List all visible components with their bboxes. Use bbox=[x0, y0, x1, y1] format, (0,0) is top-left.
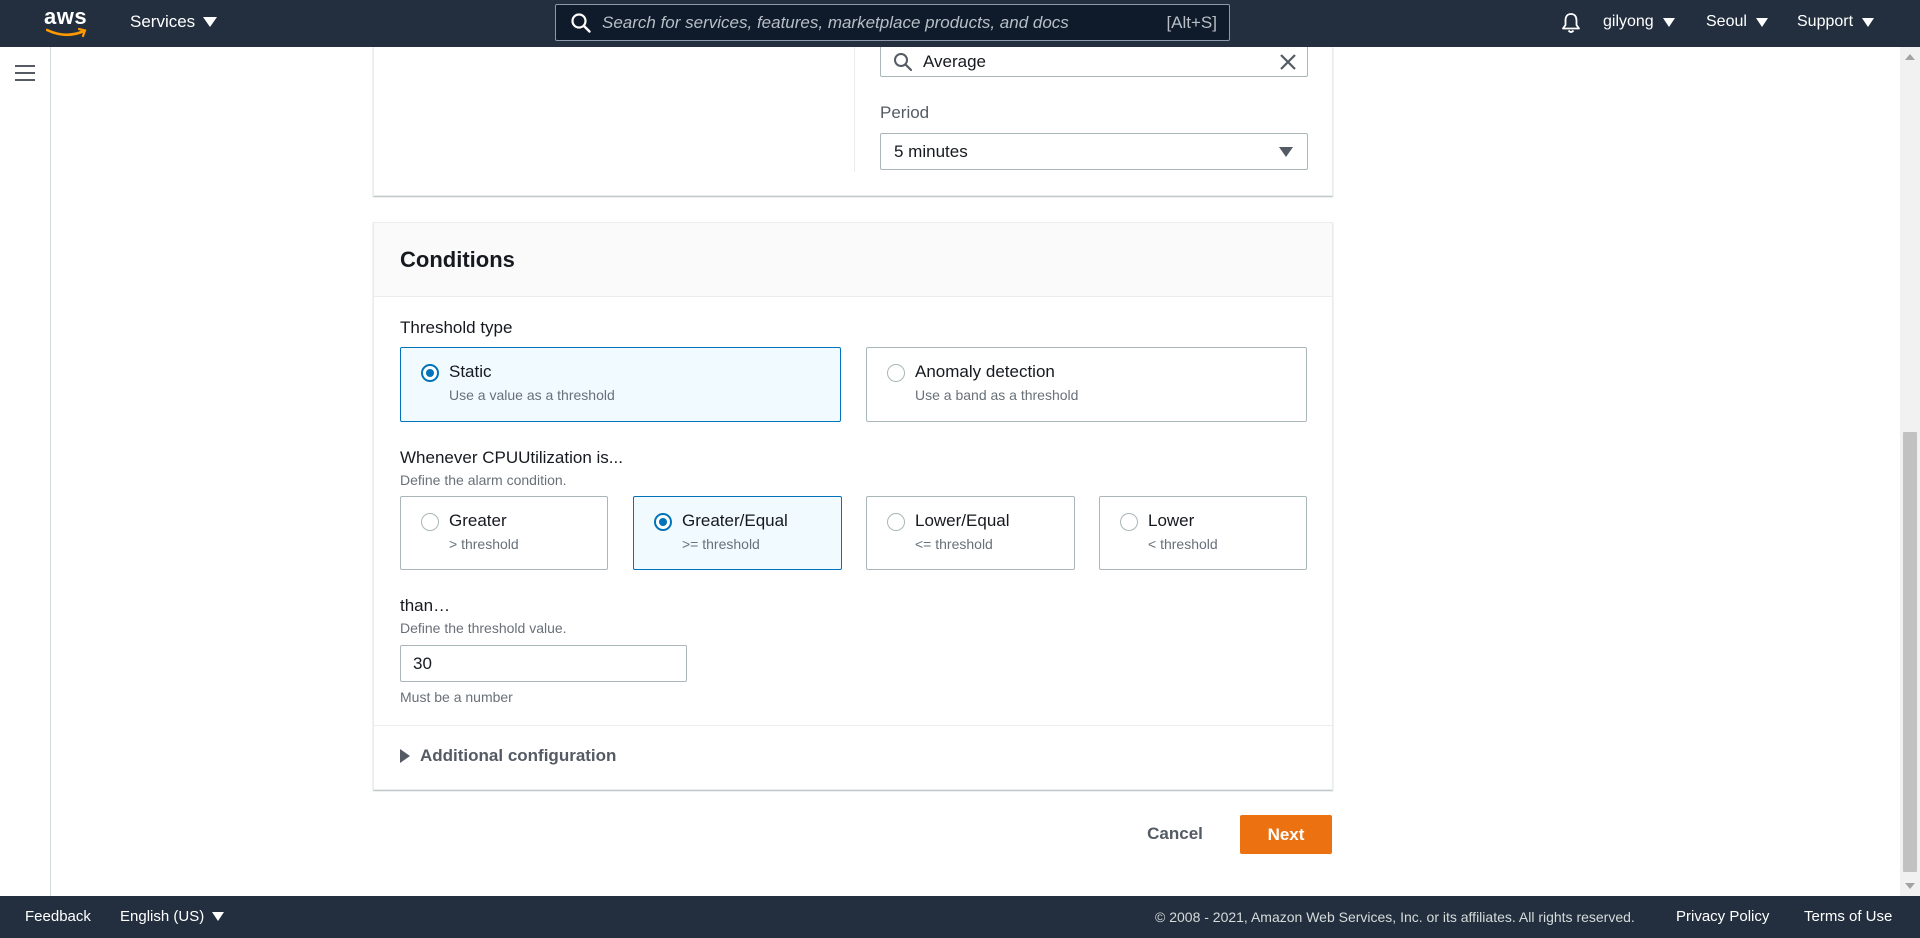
statistic-value: Average bbox=[923, 51, 987, 71]
option-title: Greater bbox=[449, 511, 507, 530]
support-menu-button[interactable]: Support bbox=[1797, 13, 1875, 31]
top-navigation: aws Services Search for services, featur… bbox=[0, 0, 1920, 47]
radio-unselected-icon bbox=[421, 513, 439, 531]
global-search-input[interactable]: Search for services, features, marketpla… bbox=[555, 4, 1230, 41]
aws-logo[interactable]: aws bbox=[44, 6, 90, 40]
services-label: Services bbox=[130, 12, 196, 31]
radio-selected-icon bbox=[654, 513, 672, 531]
caret-down-icon bbox=[1755, 17, 1768, 27]
radio-unselected-icon bbox=[887, 364, 905, 382]
copyright-text: © 2008 - 2021, Amazon Web Services, Inc.… bbox=[1155, 909, 1635, 925]
operator-lower-option[interactable]: Lower < threshold bbox=[1099, 496, 1307, 570]
account-label: gilyong bbox=[1603, 13, 1654, 30]
than-label: than… bbox=[400, 596, 451, 615]
operator-greater-option[interactable]: Greater > threshold bbox=[400, 496, 608, 570]
account-menu-button[interactable]: gilyong bbox=[1603, 13, 1675, 31]
scrollbar-thumb[interactable] bbox=[1903, 432, 1917, 872]
language-selector[interactable]: English (US) bbox=[120, 908, 225, 925]
footer: Feedback English (US) © 2008 - 2021, Ama… bbox=[0, 896, 1920, 938]
option-title: Greater/Equal bbox=[682, 511, 788, 530]
conditions-title: Conditions bbox=[400, 247, 515, 272]
caret-down-icon bbox=[1279, 146, 1293, 157]
option-title: Static bbox=[449, 362, 492, 381]
option-description: < threshold bbox=[1148, 536, 1218, 552]
privacy-policy-link[interactable]: Privacy Policy bbox=[1676, 908, 1769, 925]
aws-logo-text: aws bbox=[44, 4, 88, 29]
option-title: Lower bbox=[1148, 511, 1195, 530]
caret-down-icon bbox=[203, 17, 218, 27]
menu-hamburger-icon[interactable] bbox=[15, 65, 35, 81]
side-navigation-rail bbox=[0, 47, 51, 896]
scroll-up-arrow-icon[interactable] bbox=[1905, 54, 1915, 60]
option-description: Use a value as a threshold bbox=[449, 387, 615, 403]
search-icon bbox=[894, 52, 913, 71]
search-icon bbox=[571, 12, 591, 33]
column-divider bbox=[854, 47, 855, 172]
option-description: Use a band as a threshold bbox=[915, 387, 1079, 403]
operator-lower-equal-option[interactable]: Lower/Equal <= threshold bbox=[866, 496, 1075, 570]
terms-of-use-link[interactable]: Terms of Use bbox=[1804, 908, 1892, 925]
region-label: Seoul bbox=[1706, 13, 1747, 30]
region-menu-button[interactable]: Seoul bbox=[1706, 13, 1768, 31]
whenever-label: Whenever CPUUtilization is... bbox=[400, 448, 623, 467]
scroll-down-arrow-icon[interactable] bbox=[1905, 883, 1915, 889]
caret-down-icon bbox=[1662, 17, 1675, 27]
radio-unselected-icon bbox=[887, 513, 905, 531]
search-shortcut-hint: [Alt+S] bbox=[1166, 12, 1217, 32]
next-button[interactable]: Next bbox=[1240, 815, 1332, 854]
statistic-input[interactable]: Average bbox=[880, 47, 1308, 77]
option-title: Anomaly detection bbox=[915, 362, 1055, 381]
threshold-value-input[interactable]: 30 bbox=[400, 645, 687, 682]
option-title: Lower/Equal bbox=[915, 511, 1010, 530]
threshold-constraint-text: Must be a number bbox=[400, 689, 513, 705]
period-label: Period bbox=[880, 103, 930, 122]
conditions-header: Conditions bbox=[374, 223, 1332, 297]
page-scrollbar[interactable] bbox=[1900, 47, 1920, 896]
conditions-panel: Conditions Threshold type Static Use a v… bbox=[373, 222, 1333, 790]
additional-configuration-label: Additional configuration bbox=[420, 746, 617, 765]
option-description: >= threshold bbox=[682, 536, 760, 552]
radio-selected-icon bbox=[421, 364, 439, 382]
option-description: <= threshold bbox=[915, 536, 993, 552]
period-select[interactable]: 5 minutes bbox=[880, 133, 1308, 170]
caret-down-icon bbox=[1862, 17, 1875, 27]
feedback-link[interactable]: Feedback bbox=[25, 908, 91, 925]
support-label: Support bbox=[1797, 13, 1854, 30]
period-value: 5 minutes bbox=[894, 141, 968, 161]
notifications-bell-icon[interactable] bbox=[1559, 11, 1583, 35]
section-divider bbox=[374, 725, 1332, 726]
operator-greater-equal-option[interactable]: Greater/Equal >= threshold bbox=[633, 496, 842, 570]
than-description: Define the threshold value. bbox=[400, 620, 567, 636]
search-placeholder: Search for services, features, marketpla… bbox=[602, 12, 1069, 32]
caret-down-icon bbox=[212, 912, 225, 921]
cancel-button[interactable]: Cancel bbox=[1133, 815, 1217, 853]
whenever-description: Define the alarm condition. bbox=[400, 472, 567, 488]
clear-icon[interactable] bbox=[1279, 53, 1297, 71]
caret-right-icon bbox=[400, 749, 410, 763]
metric-settings-panel: Average Period 5 minutes bbox=[373, 47, 1333, 196]
aws-smile-icon bbox=[46, 28, 87, 38]
services-menu-button[interactable]: Services bbox=[130, 12, 218, 32]
threshold-type-static-option[interactable]: Static Use a value as a threshold bbox=[400, 347, 841, 422]
threshold-type-label: Threshold type bbox=[400, 318, 513, 337]
option-description: > threshold bbox=[449, 536, 519, 552]
threshold-type-anomaly-option[interactable]: Anomaly detection Use a band as a thresh… bbox=[866, 347, 1307, 422]
radio-unselected-icon bbox=[1120, 513, 1138, 531]
additional-configuration-toggle[interactable]: Additional configuration bbox=[400, 746, 616, 766]
language-label: English (US) bbox=[120, 908, 205, 925]
